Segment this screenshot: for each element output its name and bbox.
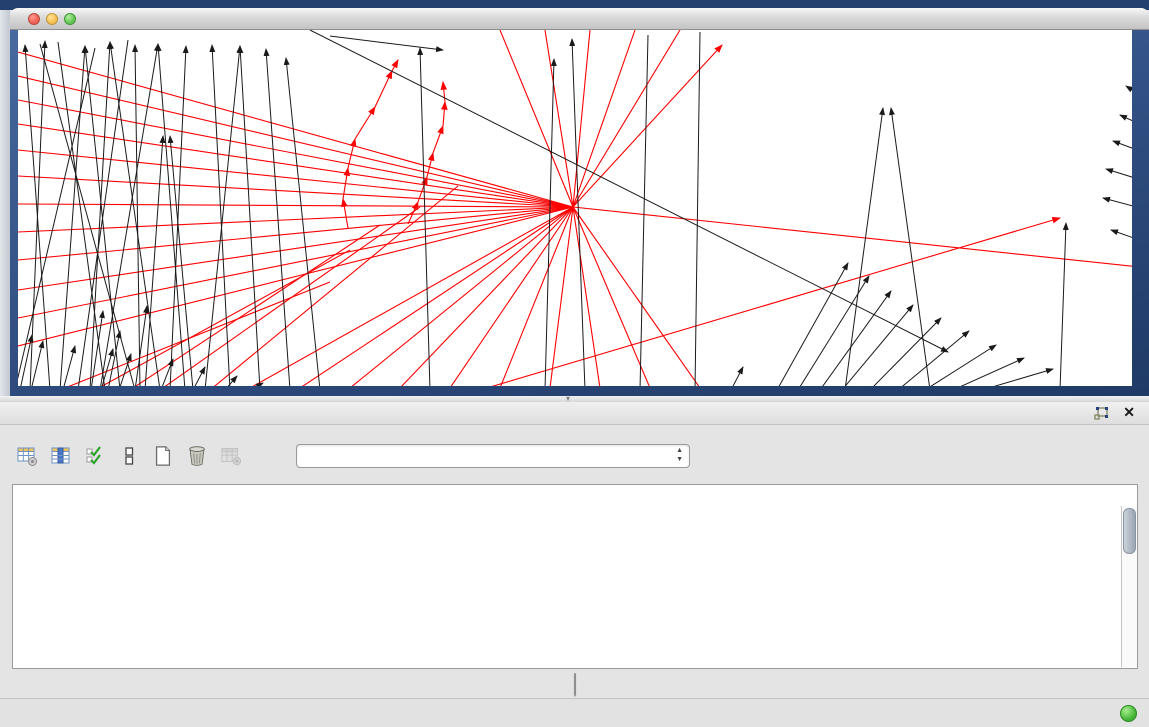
network-edge[interactable]: [355, 107, 375, 139]
network-edge[interactable]: [286, 58, 320, 386]
network-edge[interactable]: [225, 376, 237, 386]
network-edge[interactable]: [1060, 223, 1066, 386]
cytoscape-app: ▾ ✕: [0, 0, 1149, 727]
network-edge[interactable]: [60, 282, 330, 386]
status-bar: [0, 698, 1149, 727]
network-edge[interactable]: [210, 186, 458, 386]
network-edge[interactable]: [898, 331, 969, 386]
network-edge[interactable]: [1111, 230, 1132, 243]
network-edge[interactable]: [1120, 115, 1132, 128]
zoom-window-button[interactable]: [64, 13, 76, 25]
node-table: [12, 484, 1138, 669]
network-edge[interactable]: [101, 349, 113, 386]
scrollbar-thumb[interactable]: [1123, 508, 1136, 554]
table-settings-icon[interactable]: [10, 441, 44, 471]
table-header-row: [13, 485, 1137, 506]
minimize-window-button[interactable]: [46, 13, 58, 25]
network-edge[interactable]: [343, 199, 348, 228]
network-edge[interactable]: [205, 46, 240, 386]
network-edge[interactable]: [545, 30, 573, 207]
network-edge[interactable]: [640, 35, 648, 386]
network-edge[interactable]: [63, 346, 75, 386]
network-edge[interactable]: [250, 207, 573, 386]
network-edge[interactable]: [110, 42, 160, 386]
network-edge[interactable]: [573, 207, 1132, 268]
network-edge[interactable]: [925, 345, 996, 386]
network-edge[interactable]: [330, 36, 443, 50]
network-edge[interactable]: [18, 207, 573, 260]
select-columns-icon[interactable]: [44, 441, 78, 471]
network-edge[interactable]: [433, 126, 443, 153]
network-edge[interactable]: [480, 218, 1060, 386]
network-frame: [10, 30, 1149, 396]
network-edge[interactable]: [240, 46, 260, 386]
new-table-icon[interactable]: [146, 441, 180, 471]
network-edge[interactable]: [25, 45, 50, 386]
vertical-scrollbar[interactable]: [1121, 506, 1137, 667]
float-panel-icon[interactable]: [1094, 406, 1109, 421]
network-edge[interactable]: [350, 207, 573, 386]
table-chooser-dropdown[interactable]: ▲▼: [296, 444, 690, 468]
network-edge[interactable]: [375, 71, 392, 107]
close-window-button[interactable]: [28, 13, 40, 25]
network-edge[interactable]: [573, 30, 590, 207]
network-edge[interactable]: [573, 207, 600, 386]
table-tabs: [574, 673, 576, 696]
network-edge[interactable]: [348, 139, 355, 168]
network-edge[interactable]: [550, 207, 573, 386]
network-edge[interactable]: [1106, 169, 1132, 182]
select-rows-icon[interactable]: [78, 441, 112, 471]
network-edge[interactable]: [18, 52, 573, 207]
network-edge[interactable]: [500, 30, 573, 207]
network-edge[interactable]: [953, 358, 1024, 386]
network-edge[interactable]: [731, 367, 743, 386]
network-canvas[interactable]: [18, 30, 1132, 386]
network-edge[interactable]: [443, 102, 445, 126]
table-toolbar: ▲▼: [10, 438, 1140, 474]
network-edge[interactable]: [266, 49, 290, 386]
network-edge[interactable]: [982, 369, 1053, 386]
network-edge[interactable]: [392, 60, 398, 71]
network-edge[interactable]: [135, 45, 140, 386]
network-edge[interactable]: [310, 30, 948, 352]
desktop-edge: [0, 10, 10, 396]
function-builder-icon[interactable]: [248, 441, 282, 471]
network-edge[interactable]: [573, 30, 635, 207]
network-edge[interactable]: [1126, 86, 1132, 100]
network-edge[interactable]: [40, 44, 135, 386]
network-edge[interactable]: [573, 207, 700, 386]
network-edge[interactable]: [842, 305, 913, 386]
network-edge[interactable]: [193, 367, 205, 386]
network-window-titlebar[interactable]: [10, 8, 1149, 30]
delete-column-icon[interactable]: [214, 441, 248, 471]
network-edge[interactable]: [845, 108, 883, 386]
network-window: [10, 8, 1149, 396]
network-edge[interactable]: [18, 48, 95, 386]
dropdown-arrows-icon: ▲▼: [676, 446, 683, 464]
network-edge[interactable]: [135, 306, 147, 386]
citation-network-graph[interactable]: [18, 30, 1132, 386]
network-edge[interactable]: [891, 108, 930, 386]
network-edge[interactable]: [1113, 141, 1132, 154]
delete-table-icon[interactable]: [180, 441, 214, 471]
network-edge[interactable]: [573, 30, 680, 207]
network-edge[interactable]: [1103, 198, 1132, 210]
table-panel: ▾ ✕: [0, 396, 1149, 727]
close-panel-icon[interactable]: ✕: [1123, 404, 1135, 421]
row-height-icon[interactable]: [112, 441, 146, 471]
network-edge[interactable]: [695, 32, 700, 386]
network-edge[interactable]: [870, 318, 941, 386]
network-edge[interactable]: [443, 82, 445, 102]
network-edge[interactable]: [31, 341, 43, 386]
memory-status-indicator: [1120, 705, 1137, 722]
network-edge[interactable]: [420, 48, 430, 386]
network-edge[interactable]: [212, 45, 230, 386]
table-panel-header: ✕: [0, 402, 1149, 425]
